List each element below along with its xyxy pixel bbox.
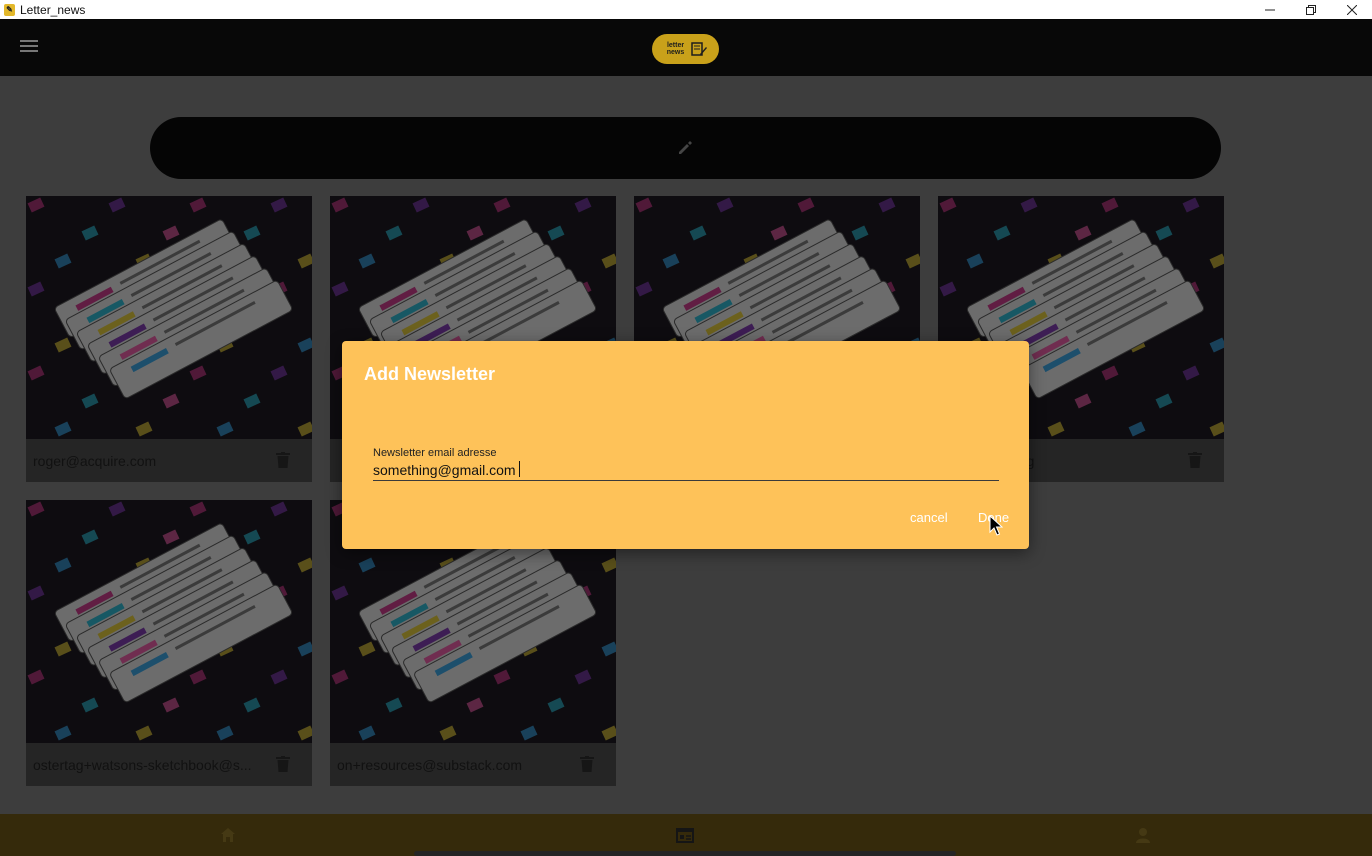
add-newsletter-dialog: Add Newsletter Newsletter email adresse …	[342, 341, 1029, 549]
menu-icon	[20, 40, 38, 52]
app-logo: letter news	[652, 34, 719, 64]
cancel-button[interactable]: cancel	[910, 510, 948, 525]
window-title: Letter_news	[20, 2, 86, 17]
window-controls	[1249, 0, 1372, 19]
email-field[interactable]	[373, 460, 999, 481]
restore-icon	[1305, 4, 1316, 15]
close-button[interactable]	[1331, 0, 1372, 19]
dialog-title: Add Newsletter	[364, 364, 496, 384]
restore-button[interactable]	[1290, 0, 1331, 19]
app-icon: ✎	[4, 3, 15, 16]
email-field-label: Newsletter email adresse	[373, 447, 497, 459]
mouse-cursor-icon	[989, 515, 1003, 536]
close-icon	[1346, 4, 1357, 15]
minimize-button[interactable]	[1249, 0, 1290, 19]
text-caret	[519, 461, 520, 477]
logo-text: letter news	[666, 42, 685, 56]
minimize-icon	[1264, 9, 1275, 10]
window-title-bar: ✎ Letter_news	[0, 0, 1372, 19]
menu-button[interactable]	[20, 40, 38, 54]
app-bar: letter news	[0, 19, 1372, 76]
logo-pen-icon	[690, 42, 707, 56]
